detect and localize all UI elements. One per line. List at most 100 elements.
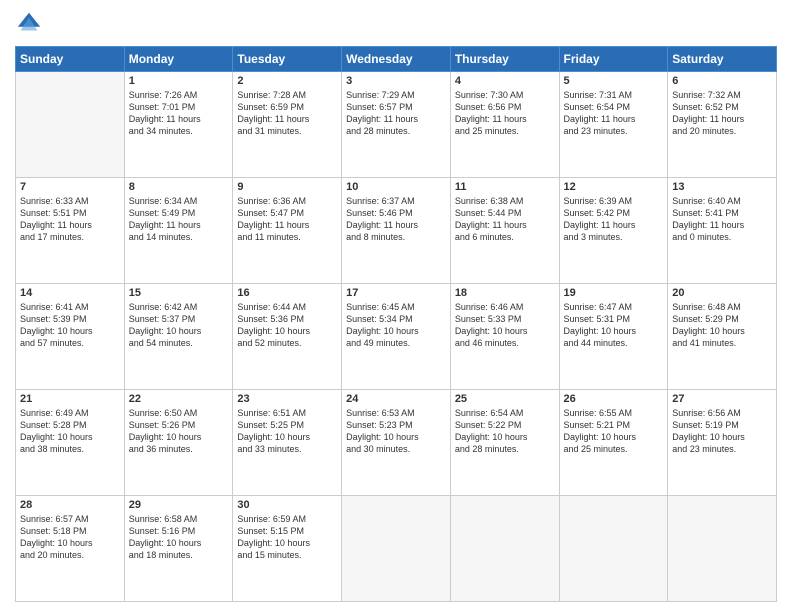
calendar-cell: 12 Sunrise: 6:39 AM Sunset: 5:42 PM Dayli…: [559, 178, 668, 284]
calendar-weekday-saturday: Saturday: [668, 47, 777, 72]
day-number: 4: [455, 75, 555, 87]
day-number: 29: [129, 499, 229, 511]
calendar-cell: 11 Sunrise: 6:38 AM Sunset: 5:44 PM Dayli…: [450, 178, 559, 284]
calendar-cell: 22 Sunrise: 6:50 AM Sunset: 5:26 PM Dayli…: [124, 390, 233, 496]
calendar-cell: [450, 496, 559, 602]
calendar-weekday-tuesday: Tuesday: [233, 47, 342, 72]
day-number: 30: [237, 499, 337, 511]
day-info: Sunrise: 6:56 AM Sunset: 5:19 PM Dayligh…: [672, 407, 772, 456]
calendar-cell: 16 Sunrise: 6:44 AM Sunset: 5:36 PM Dayli…: [233, 284, 342, 390]
day-number: 16: [237, 287, 337, 299]
day-info: Sunrise: 7:29 AM Sunset: 6:57 PM Dayligh…: [346, 89, 446, 138]
day-info: Sunrise: 6:40 AM Sunset: 5:41 PM Dayligh…: [672, 195, 772, 244]
day-number: 1: [129, 75, 229, 87]
calendar-cell: 5 Sunrise: 7:31 AM Sunset: 6:54 PM Daylig…: [559, 72, 668, 178]
calendar-cell: 10 Sunrise: 6:37 AM Sunset: 5:46 PM Dayli…: [342, 178, 451, 284]
logo-icon: [15, 10, 43, 38]
calendar-cell: 1 Sunrise: 7:26 AM Sunset: 7:01 PM Daylig…: [124, 72, 233, 178]
calendar-cell: 26 Sunrise: 6:55 AM Sunset: 5:21 PM Dayli…: [559, 390, 668, 496]
calendar-cell: 29 Sunrise: 6:58 AM Sunset: 5:16 PM Dayli…: [124, 496, 233, 602]
calendar-cell: 17Sunrise: 6:45 AM Sunset: 5:34 PM Dayli…: [342, 284, 451, 390]
calendar-cell: 25 Sunrise: 6:54 AM Sunset: 5:22 PM Dayli…: [450, 390, 559, 496]
calendar-cell: 30 Sunrise: 6:59 AM Sunset: 5:15 PM Dayli…: [233, 496, 342, 602]
calendar-week-3: 14Sunrise: 6:41 AM Sunset: 5:39 PM Dayli…: [16, 284, 777, 390]
day-info: Sunrise: 6:44 AM Sunset: 5:36 PM Dayligh…: [237, 301, 337, 350]
calendar-weekday-friday: Friday: [559, 47, 668, 72]
calendar-cell: [668, 496, 777, 602]
day-info: Sunrise: 6:46 AM Sunset: 5:33 PM Dayligh…: [455, 301, 555, 350]
day-number: 22: [129, 393, 229, 405]
day-number: 21: [20, 393, 120, 405]
calendar-cell: 18 Sunrise: 6:46 AM Sunset: 5:33 PM Dayli…: [450, 284, 559, 390]
day-info: Sunrise: 6:39 AM Sunset: 5:42 PM Dayligh…: [564, 195, 664, 244]
day-info: Sunrise: 7:28 AM Sunset: 6:59 PM Dayligh…: [237, 89, 337, 138]
calendar-cell: 2 Sunrise: 7:28 AM Sunset: 6:59 PM Daylig…: [233, 72, 342, 178]
day-info: Sunrise: 6:36 AM Sunset: 5:47 PM Dayligh…: [237, 195, 337, 244]
day-info: Sunrise: 7:32 AM Sunset: 6:52 PM Dayligh…: [672, 89, 772, 138]
day-info: Sunrise: 6:47 AM Sunset: 5:31 PM Dayligh…: [564, 301, 664, 350]
header: [15, 10, 777, 38]
day-info: Sunrise: 6:59 AM Sunset: 5:15 PM Dayligh…: [237, 513, 337, 562]
day-number: 23: [237, 393, 337, 405]
day-number: 17: [346, 287, 446, 299]
calendar-cell: 14Sunrise: 6:41 AM Sunset: 5:39 PM Dayli…: [16, 284, 125, 390]
calendar-cell: [559, 496, 668, 602]
day-number: 12: [564, 181, 664, 193]
calendar-week-5: 28Sunrise: 6:57 AM Sunset: 5:18 PM Dayli…: [16, 496, 777, 602]
calendar-cell: 21 Sunrise: 6:49 AM Sunset: 5:28 PM Dayli…: [16, 390, 125, 496]
day-info: Sunrise: 6:33 AM Sunset: 5:51 PM Dayligh…: [20, 195, 120, 244]
calendar-cell: 23 Sunrise: 6:51 AM Sunset: 5:25 PM Dayli…: [233, 390, 342, 496]
day-info: Sunrise: 7:30 AM Sunset: 6:56 PM Dayligh…: [455, 89, 555, 138]
day-number: 24: [346, 393, 446, 405]
calendar-cell: 24 Sunrise: 6:53 AM Sunset: 5:23 PM Dayli…: [342, 390, 451, 496]
day-number: 10: [346, 181, 446, 193]
day-info: Sunrise: 6:55 AM Sunset: 5:21 PM Dayligh…: [564, 407, 664, 456]
calendar-cell: [16, 72, 125, 178]
day-number: 19: [564, 287, 664, 299]
calendar-cell: 27 Sunrise: 6:56 AM Sunset: 5:19 PM Dayli…: [668, 390, 777, 496]
day-info: Sunrise: 6:34 AM Sunset: 5:49 PM Dayligh…: [129, 195, 229, 244]
calendar-weekday-wednesday: Wednesday: [342, 47, 451, 72]
calendar-cell: 7 Sunrise: 6:33 AM Sunset: 5:51 PM Daylig…: [16, 178, 125, 284]
calendar-cell: 9Sunrise: 6:36 AM Sunset: 5:47 PM Daylig…: [233, 178, 342, 284]
calendar-week-1: 1 Sunrise: 7:26 AM Sunset: 7:01 PM Daylig…: [16, 72, 777, 178]
day-info: Sunrise: 6:51 AM Sunset: 5:25 PM Dayligh…: [237, 407, 337, 456]
day-info: Sunrise: 6:53 AM Sunset: 5:23 PM Dayligh…: [346, 407, 446, 456]
logo: [15, 10, 47, 38]
day-info: Sunrise: 6:49 AM Sunset: 5:28 PM Dayligh…: [20, 407, 120, 456]
day-info: Sunrise: 7:31 AM Sunset: 6:54 PM Dayligh…: [564, 89, 664, 138]
day-number: 25: [455, 393, 555, 405]
calendar-week-4: 21 Sunrise: 6:49 AM Sunset: 5:28 PM Dayli…: [16, 390, 777, 496]
day-number: 6: [672, 75, 772, 87]
day-number: 11: [455, 181, 555, 193]
calendar-cell: 4 Sunrise: 7:30 AM Sunset: 6:56 PM Daylig…: [450, 72, 559, 178]
day-info: Sunrise: 6:48 AM Sunset: 5:29 PM Dayligh…: [672, 301, 772, 350]
day-info: Sunrise: 6:37 AM Sunset: 5:46 PM Dayligh…: [346, 195, 446, 244]
day-info: Sunrise: 7:26 AM Sunset: 7:01 PM Dayligh…: [129, 89, 229, 138]
day-number: 27: [672, 393, 772, 405]
day-info: Sunrise: 6:54 AM Sunset: 5:22 PM Dayligh…: [455, 407, 555, 456]
day-number: 8: [129, 181, 229, 193]
day-info: Sunrise: 6:58 AM Sunset: 5:16 PM Dayligh…: [129, 513, 229, 562]
calendar-weekday-thursday: Thursday: [450, 47, 559, 72]
calendar-cell: 13 Sunrise: 6:40 AM Sunset: 5:41 PM Dayli…: [668, 178, 777, 284]
calendar-cell: 15Sunrise: 6:42 AM Sunset: 5:37 PM Dayli…: [124, 284, 233, 390]
page: SundayMondayTuesdayWednesdayThursdayFrid…: [0, 0, 792, 612]
calendar-cell: [342, 496, 451, 602]
day-number: 15: [129, 287, 229, 299]
day-number: 7: [20, 181, 120, 193]
day-info: Sunrise: 6:50 AM Sunset: 5:26 PM Dayligh…: [129, 407, 229, 456]
day-number: 26: [564, 393, 664, 405]
day-number: 2: [237, 75, 337, 87]
day-number: 5: [564, 75, 664, 87]
calendar-week-2: 7 Sunrise: 6:33 AM Sunset: 5:51 PM Daylig…: [16, 178, 777, 284]
calendar-weekday-monday: Monday: [124, 47, 233, 72]
calendar-cell: 6 Sunrise: 7:32 AM Sunset: 6:52 PM Daylig…: [668, 72, 777, 178]
day-number: 28: [20, 499, 120, 511]
day-number: 13: [672, 181, 772, 193]
calendar-cell: 8 Sunrise: 6:34 AM Sunset: 5:49 PM Daylig…: [124, 178, 233, 284]
day-number: 18: [455, 287, 555, 299]
calendar-cell: 3Sunrise: 7:29 AM Sunset: 6:57 PM Daylig…: [342, 72, 451, 178]
day-info: Sunrise: 6:41 AM Sunset: 5:39 PM Dayligh…: [20, 301, 120, 350]
day-info: Sunrise: 6:38 AM Sunset: 5:44 PM Dayligh…: [455, 195, 555, 244]
